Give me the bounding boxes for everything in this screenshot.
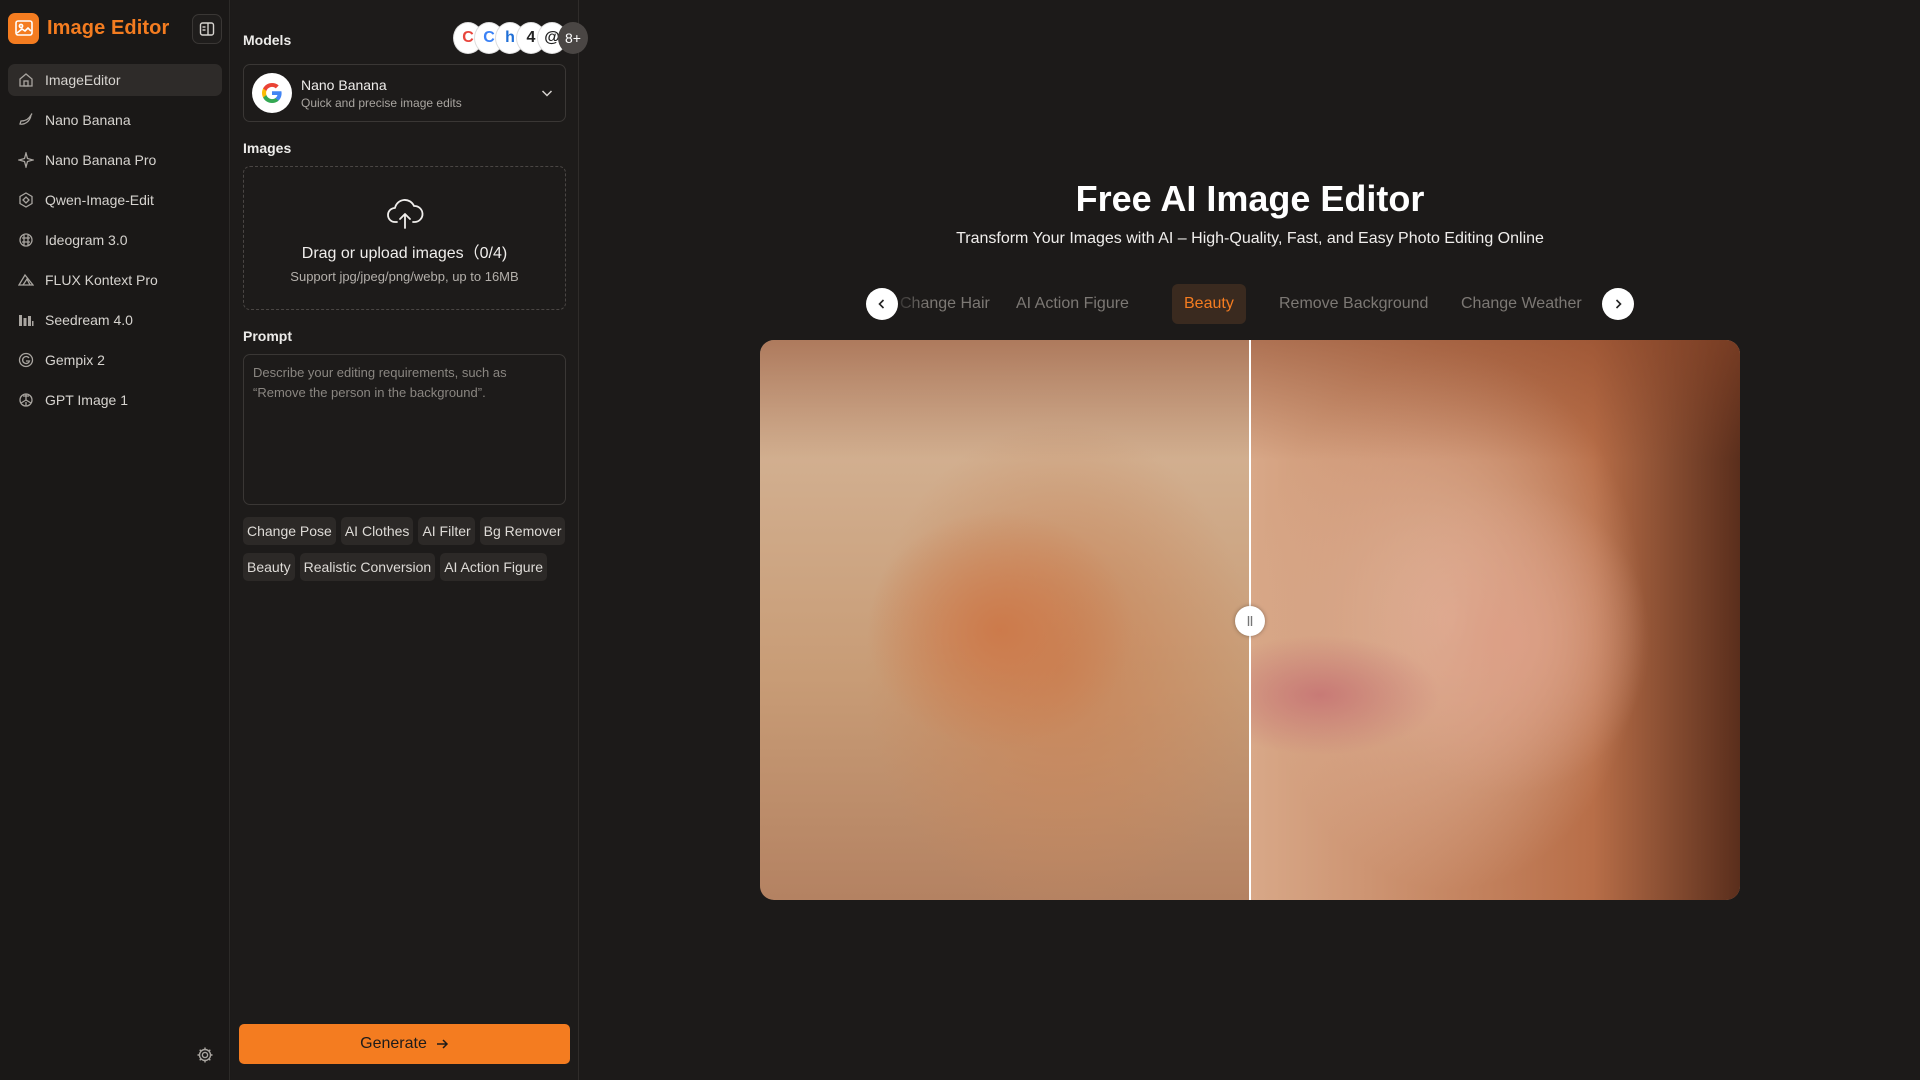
preset-chip-ai-clothes[interactable]: AI Clothes — [340, 517, 414, 545]
model-select[interactable]: Nano Banana Quick and precise image edit… — [243, 64, 566, 122]
sidebar-toggle-icon — [199, 22, 215, 36]
sidebar-item-label: Ideogram 3.0 — [45, 232, 128, 248]
tab-change-weather[interactable]: Change Weather — [1449, 284, 1594, 324]
sidebar-item-nano-banana[interactable]: Nano Banana — [8, 104, 222, 136]
models-label: Models — [243, 32, 292, 48]
sidebar-item-ideogram[interactable]: Ideogram 3.0 — [8, 224, 222, 256]
preset-chip-change-pose[interactable]: Change Pose — [243, 517, 336, 545]
example-tabs: Change Hair AI Action Figure Beauty Remo… — [866, 284, 1634, 324]
sidebar-item-flux-kontext-pro[interactable]: FLUX Kontext Pro — [8, 264, 222, 296]
prompt-presets: Change Pose AI Clothes AI Filter Bg Remo… — [243, 517, 573, 581]
control-panel: Models C C h 4 @ 8+ Nano Banana Quick an… — [231, 0, 588, 1080]
qwen-icon — [17, 191, 35, 209]
arrow-right-icon — [436, 1039, 448, 1049]
sidebar-item-imageeditor[interactable]: ImageEditor — [8, 64, 222, 96]
model-name: Nano Banana — [301, 76, 387, 93]
main-content: Free AI Image Editor Transform Your Imag… — [580, 0, 1920, 1080]
generate-button[interactable]: Generate — [239, 1024, 570, 1064]
tab-beauty[interactable]: Beauty — [1172, 284, 1246, 324]
sidebar-item-label: Gempix 2 — [45, 352, 105, 368]
gempix-icon — [17, 351, 35, 369]
sidebar-item-label: Qwen-Image-Edit — [45, 192, 154, 208]
before-after-comparison[interactable] — [760, 340, 1740, 900]
tabs-prev-button[interactable] — [866, 288, 898, 320]
page-subtitle: Transform Your Images with AI – High-Qua… — [956, 230, 1544, 247]
brand[interactable]: Image Editor — [8, 12, 169, 44]
home-icon — [17, 71, 35, 89]
sidebar-item-gempix[interactable]: Gempix 2 — [8, 344, 222, 376]
chevron-left-icon — [878, 299, 885, 309]
gear-icon — [197, 1047, 213, 1063]
image-upload-dropzone[interactable]: Drag or upload images（0/4) Support jpg/j… — [243, 166, 566, 310]
prompt-input[interactable] — [243, 354, 566, 505]
upload-hint: Support jpg/jpeg/png/webp, up to 16MB — [290, 269, 519, 284]
flux-icon — [17, 271, 35, 289]
upload-title: Drag or upload images（0/4) — [301, 245, 508, 262]
page-title: Free AI Image Editor — [1075, 178, 1425, 219]
app-title: Image Editor — [47, 16, 170, 39]
sidebar-item-nano-banana-pro[interactable]: Nano Banana Pro — [8, 144, 222, 176]
generate-label: Generate — [360, 1035, 427, 1052]
model-info: Nano Banana Quick and precise image edit… — [301, 77, 462, 110]
sidebar-item-label: Nano Banana Pro — [45, 152, 157, 168]
collapse-sidebar-button[interactable] — [192, 14, 222, 44]
prompt-label: Prompt — [243, 328, 292, 344]
sidebar-menu: ImageEditor Nano Banana Nano Banana Pro … — [8, 64, 222, 424]
preset-chip-ai-filter[interactable]: AI Filter — [418, 517, 475, 545]
tab-ai-action-figure[interactable]: AI Action Figure — [1004, 284, 1141, 324]
preset-chip-ai-action-figure[interactable]: AI Action Figure — [440, 553, 548, 581]
chevron-right-icon — [1615, 299, 1622, 309]
sidebar-item-label: Nano Banana — [45, 112, 131, 128]
preset-chip-beauty[interactable]: Beauty — [243, 553, 295, 581]
images-label: Images — [243, 140, 292, 156]
banana-icon — [17, 111, 35, 129]
settings-button[interactable] — [194, 1044, 216, 1066]
ideogram-icon — [17, 231, 35, 249]
sidebar-item-qwen-image-edit[interactable]: Qwen-Image-Edit — [8, 184, 222, 216]
model-avatars[interactable]: C C h 4 @ 8+ — [453, 22, 588, 56]
tabs-next-button[interactable] — [1602, 288, 1634, 320]
left-nav: Image Editor ImageEditor Nano Banana Nan… — [0, 0, 230, 1080]
sidebar-item-label: GPT Image 1 — [45, 392, 129, 408]
sidebar-item-gpt-image[interactable]: GPT Image 1 — [8, 384, 222, 416]
tab-remove-background[interactable]: Remove Background — [1267, 284, 1440, 324]
sparkle-icon — [17, 151, 35, 169]
sidebar-item-label: Seedream 4.0 — [45, 312, 133, 328]
preset-chip-realistic-conversion[interactable]: Realistic Conversion — [299, 553, 436, 581]
chevron-down-icon — [541, 90, 553, 97]
openai-icon — [17, 391, 35, 409]
bars-icon — [17, 311, 35, 329]
comparison-slider-handle[interactable] — [1235, 606, 1265, 636]
model-description: Quick and precise image edits — [301, 95, 462, 110]
sidebar-item-label: ImageEditor — [45, 72, 121, 88]
cloud-upload-icon — [386, 199, 423, 229]
preset-chip-bg-remover[interactable]: Bg Remover — [479, 517, 566, 545]
sidebar-item-label: FLUX Kontext Pro — [45, 272, 158, 288]
google-logo-icon — [252, 73, 292, 113]
image-editor-logo-icon — [8, 12, 39, 44]
sidebar-item-seedream[interactable]: Seedream 4.0 — [8, 304, 222, 336]
drag-handle-icon — [1247, 616, 1253, 626]
